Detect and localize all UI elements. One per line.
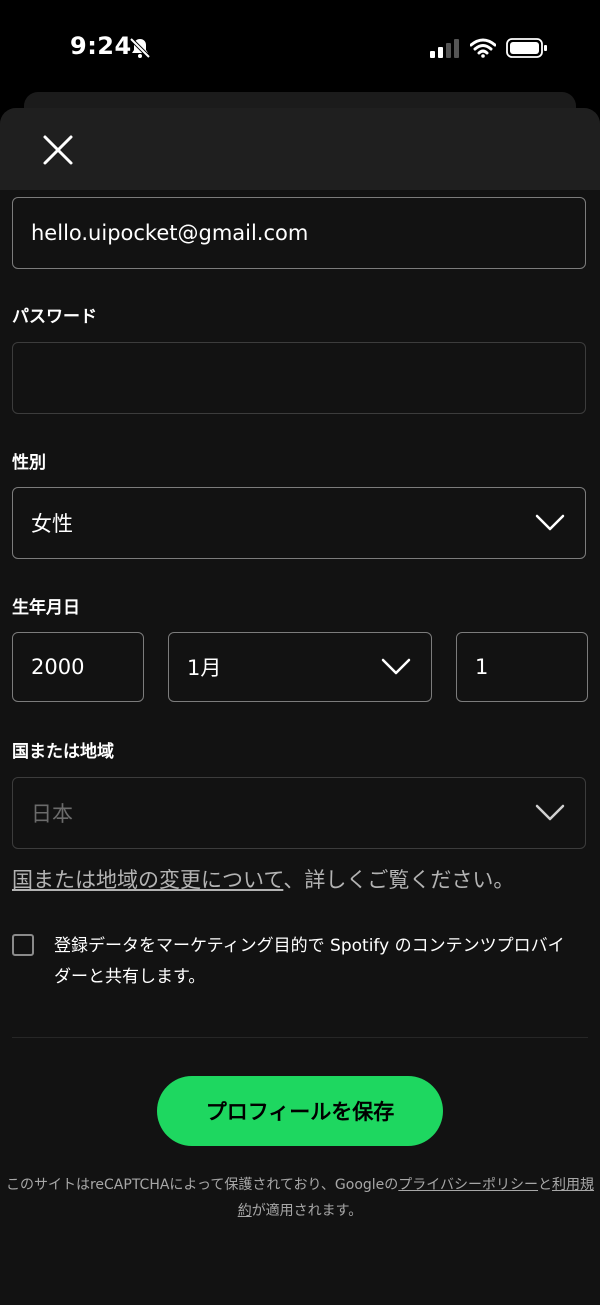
close-icon[interactable] [40, 132, 76, 168]
password-field[interactable] [12, 342, 586, 414]
password-label: パスワード [12, 307, 97, 327]
country-help-text: 国または地域の変更について、詳しくご覧ください。 [12, 864, 514, 894]
save-profile-button[interactable]: プロフィールを保存 [157, 1076, 443, 1146]
birth-month-select[interactable]: 1月 [168, 632, 432, 702]
country-value: 日本 [31, 802, 73, 826]
gender-select[interactable]: 女性 [12, 487, 586, 559]
birth-day-value: 1 [475, 655, 489, 679]
country-label: 国または地域 [12, 742, 114, 762]
footer-prefix: このサイトはreCAPTCHAによって保護されており、Googleの [5, 1177, 399, 1193]
marketing-consent-label: 登録データをマーケティング目的で Spotify のコンテンツプロバイダーと共有… [54, 936, 565, 987]
birth-year-value: 2000 [31, 655, 85, 679]
signal-icon [430, 39, 459, 58]
battery-icon [506, 38, 547, 58]
divider [12, 1037, 588, 1038]
email-value: hello.uipocket@gmail.com [31, 221, 309, 245]
status-bar: 9:24 [0, 0, 600, 95]
footer-suffix: が適用されます。 [251, 1203, 363, 1219]
birth-day-input[interactable]: 1 [456, 632, 588, 702]
gender-label: 性別 [12, 453, 46, 473]
country-change-link[interactable]: 国または地域の変更について [12, 868, 283, 892]
email-field[interactable]: hello.uipocket@gmail.com [12, 197, 586, 269]
sheet-header [0, 108, 600, 190]
status-time: 9:24 [70, 32, 132, 60]
footer-middle: と [538, 1177, 553, 1193]
privacy-policy-link[interactable]: プライバシーポリシー [398, 1177, 538, 1193]
recaptcha-notice: このサイトはreCAPTCHAによって保護されており、Googleのプライバシー… [0, 1172, 600, 1224]
birth-month-value: 1月 [187, 656, 222, 680]
country-select[interactable]: 日本 [12, 777, 586, 849]
wifi-icon [470, 38, 496, 58]
gender-value: 女性 [31, 512, 73, 536]
help-rest-text: 、詳しくご覧ください。 [283, 868, 515, 892]
marketing-consent-checkbox[interactable] [12, 934, 34, 956]
chevron-down-icon [381, 658, 411, 675]
birthday-label: 生年月日 [12, 598, 80, 618]
birth-year-input[interactable]: 2000 [12, 632, 144, 702]
chevron-down-icon [535, 514, 565, 531]
chevron-down-icon [535, 804, 565, 821]
bell-slash-icon [129, 37, 151, 59]
